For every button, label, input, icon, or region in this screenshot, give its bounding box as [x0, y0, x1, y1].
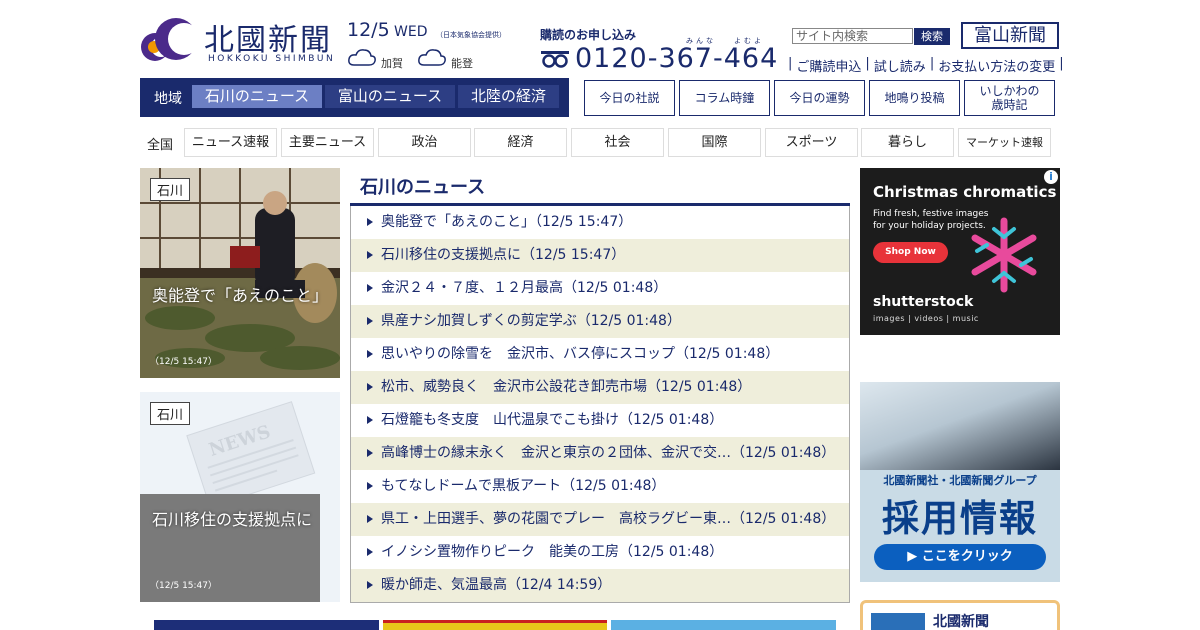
recruit-title: 採用情報 [882, 497, 1038, 540]
feature-story-migration[interactable]: NEWS 石川 石川移住の支援拠点に （12/5 15:47） [140, 392, 340, 602]
separator: | [1059, 56, 1064, 71]
bottom-banner-3[interactable] [611, 620, 836, 630]
news-list-item[interactable]: 暖か師走、気温最高（12/4 14:59） [351, 569, 849, 602]
feature-timestamp: （12/5 15:47） [150, 357, 218, 367]
news-list-item[interactable]: 高峰博士の縁末永く 金沢と東京の２団体、金沢で交…（12/5 01:48） [351, 437, 849, 470]
feature-story-aenokoto[interactable]: 石川 奥能登で「あえのこと」 （12/5 15:47） [140, 168, 340, 378]
tab-toyama-news[interactable]: 富山のニュース [325, 85, 455, 108]
feature-title: 石川移住の支援拠点に [152, 510, 313, 529]
news-list-item[interactable]: もてなしドームで黒板アート（12/5 01:48） [351, 470, 849, 503]
category-market[interactable]: マーケット速報 [958, 128, 1051, 157]
weather-area-label: 加賀 [381, 57, 403, 70]
cloud-icon [348, 49, 376, 66]
ad-shop-now-button[interactable]: Shop Now [873, 242, 948, 263]
news-list-item[interactable]: 県工・上田選手、夢の花園でプレー 高校ラグビー東…（12/5 01:48） [351, 503, 849, 536]
news-list-item[interactable]: 金沢２４・７度、１２月最高（12/5 01:48） [351, 272, 849, 305]
reader-letters-button[interactable]: 地鳴り投稿 [869, 80, 960, 116]
region-label: 地域 [154, 91, 182, 107]
editorial-button[interactable]: 今日の社説 [584, 80, 675, 116]
fortune-button[interactable]: 今日の運勢 [774, 80, 865, 116]
category-top-news[interactable]: 主要ニュース [281, 128, 374, 157]
category-society[interactable]: 社会 [571, 128, 664, 157]
ad-info-icon[interactable]: i [1044, 170, 1058, 184]
util-link-trial[interactable]: 試し読み [874, 56, 926, 75]
news-list-item[interactable]: 石燈籠も冬支度 山代温泉でこも掛け（12/5 01:48） [351, 404, 849, 437]
ad-headline: Christmas chromatics [873, 183, 1057, 201]
recruit-ad[interactable]: 北國新聞社・北國新聞グループ 採用情報 ▶ ここをクリック [860, 382, 1060, 582]
category-news-flash[interactable]: ニュース速報 [184, 128, 277, 157]
separator: | [929, 56, 935, 71]
news-list-item[interactable]: イノシシ置物作りピーク 能美の工房（12/5 01:48） [351, 536, 849, 569]
category-politics[interactable]: 政治 [378, 128, 471, 157]
column-jisho-button[interactable]: コラム時鐘 [679, 80, 770, 116]
hokkoku-promo-title: 北國新聞 [933, 614, 989, 630]
news-list-item[interactable]: 松市、威勢良く 金沢市公設花き卸売市場（12/5 01:48） [351, 371, 849, 404]
utility-links: | ご購読申込 | 試し読み | お支払い方法の変更 | [784, 56, 1068, 75]
search-button[interactable]: 検索 [914, 28, 950, 45]
cloud-icon [418, 49, 446, 66]
logo-title: 北國新聞 [204, 23, 332, 58]
news-list-item[interactable]: 石川移住の支援拠点に（12/5 15:47） [351, 239, 849, 272]
feature-region-tag: 石川 [150, 402, 191, 425]
news-list-item[interactable]: 思いやりの除雪を 金沢市、バス停にスコップ（12/5 01:48） [351, 338, 849, 371]
news-list-item[interactable]: 奥能登で「あえのこと」（12/5 15:47） [351, 206, 849, 239]
category-economy[interactable]: 経済 [474, 128, 567, 157]
shutterstock-ad[interactable]: i Christmas chromatics Find fresh, festi… [860, 168, 1060, 335]
tab-hokuriku-economy[interactable]: 北陸の経済 [458, 85, 559, 108]
freedial-icon [541, 51, 569, 68]
ishikawa-calendar-button[interactable]: いしかわの 歳時記 [964, 80, 1055, 116]
tab-ishikawa-news[interactable]: 石川のニュース [192, 85, 322, 108]
news-list-item[interactable]: 県産ナシ加賀しずくの剪定学ぶ（12/5 01:48） [351, 305, 849, 338]
current-weekday: WED [394, 24, 428, 40]
feature-region-tag: 石川 [150, 178, 191, 201]
hokkoku-promo-box[interactable]: 北國新聞 [860, 600, 1060, 630]
weather-credit[interactable]: （日本気象協会提供） [436, 30, 506, 40]
feature-title: 奥能登で「あえのこと」 [152, 286, 329, 305]
feature-timestamp: （12/5 15:47） [150, 581, 218, 591]
separator: | [865, 56, 870, 71]
subscribe-phone-number[interactable]: 0120-367-464 [575, 43, 778, 74]
weather-area-label: 能登 [451, 57, 473, 70]
util-link-subscribe[interactable]: ご購読申込 [796, 56, 861, 75]
site-search-input[interactable] [792, 28, 913, 44]
bottom-banner-1[interactable] [154, 620, 379, 630]
logo-subtitle: HOKKOKU SHIMBUN [208, 54, 336, 64]
site-logo[interactable]: 北國新聞 HOKKOKU SHIMBUN [140, 17, 340, 67]
hokkoku-promo-badge [871, 613, 925, 630]
recruit-photo [860, 382, 1060, 470]
ad-brand: shutterstock [873, 294, 974, 310]
toyama-shimbun-link[interactable]: 富山新聞 [961, 22, 1059, 49]
util-link-payment[interactable]: お支払い方法の変更 [938, 56, 1055, 75]
ishikawa-news-list: 奥能登で「あえのこと」（12/5 15:47） 石川移住の支援拠点に（12/5 … [350, 206, 850, 603]
recruit-subtitle: 北國新聞社・北國新聞グループ [883, 474, 1037, 487]
region-nav: 地域 石川のニュース 富山のニュース 北陸の経済 [140, 78, 569, 117]
recruit-click-button[interactable]: ▶ ここをクリック [874, 544, 1046, 570]
category-label: 全国 [147, 138, 174, 153]
separator: | [788, 56, 793, 71]
bottom-banner-2[interactable] [383, 620, 607, 630]
category-living[interactable]: 暮らし [861, 128, 954, 157]
snowflake-icon [971, 217, 1037, 293]
news-section-heading: 石川のニュース [360, 177, 486, 198]
ad-brand-subtext: images | videos | music [873, 314, 979, 323]
subscribe-label: 購読のお申し込み [540, 28, 637, 42]
current-date: 12/5 [347, 19, 390, 41]
logo-mark-icon [141, 18, 198, 61]
category-sports[interactable]: スポーツ [765, 128, 858, 157]
category-international[interactable]: 国際 [668, 128, 761, 157]
